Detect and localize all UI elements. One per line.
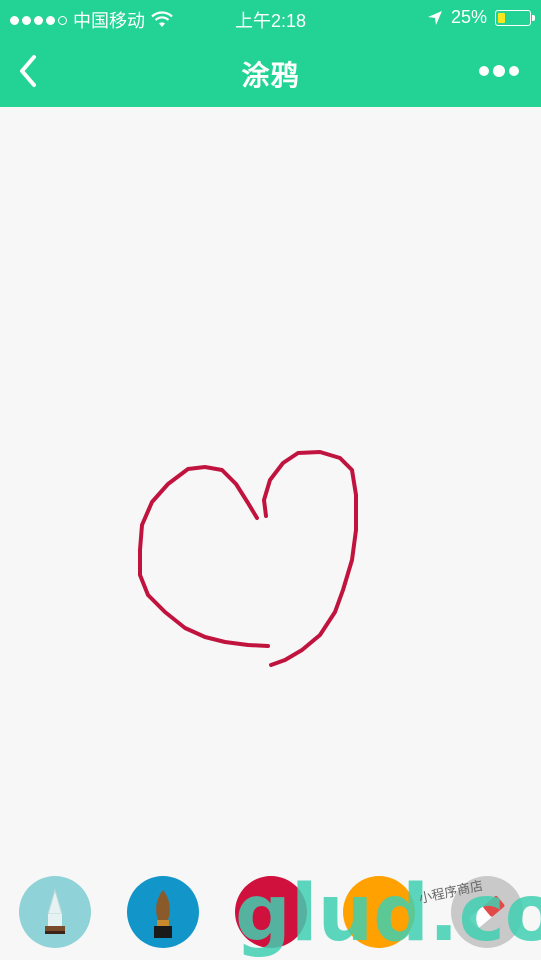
battery-icon bbox=[495, 9, 535, 26]
red-color-button[interactable] bbox=[235, 876, 307, 948]
tool-bar bbox=[0, 870, 541, 960]
page-title: 涂鸦 bbox=[241, 60, 300, 91]
more-dot-icon bbox=[509, 66, 519, 76]
app-root: 中国移动 上午2:18 25% 涂鸦 glud.co 小程序商店 bbox=[0, 0, 541, 960]
more-menu-button[interactable] bbox=[479, 62, 519, 80]
pen-icon bbox=[45, 888, 65, 934]
drawing-canvas[interactable] bbox=[0, 107, 541, 867]
more-dot-icon bbox=[493, 65, 505, 77]
eraser-tool-button[interactable] bbox=[451, 876, 523, 948]
status-right: 25% bbox=[427, 7, 535, 28]
top-bar: 中国移动 上午2:18 25% 涂鸦 bbox=[0, 0, 541, 107]
location-arrow-icon bbox=[427, 10, 442, 25]
eraser-icon bbox=[469, 895, 505, 929]
doodle-stroke bbox=[138, 465, 270, 648]
status-bar: 中国移动 上午2:18 25% bbox=[0, 0, 541, 36]
brush-tool-button[interactable] bbox=[127, 876, 199, 948]
pen-tool-button[interactable] bbox=[19, 876, 91, 948]
brush-icon bbox=[154, 890, 172, 938]
navigation-bar: 涂鸦 bbox=[0, 36, 541, 107]
battery-percent: 25% bbox=[450, 7, 487, 27]
orange-color-button[interactable] bbox=[343, 876, 415, 948]
more-dot-icon bbox=[479, 66, 489, 76]
doodle-stroke bbox=[262, 450, 358, 667]
